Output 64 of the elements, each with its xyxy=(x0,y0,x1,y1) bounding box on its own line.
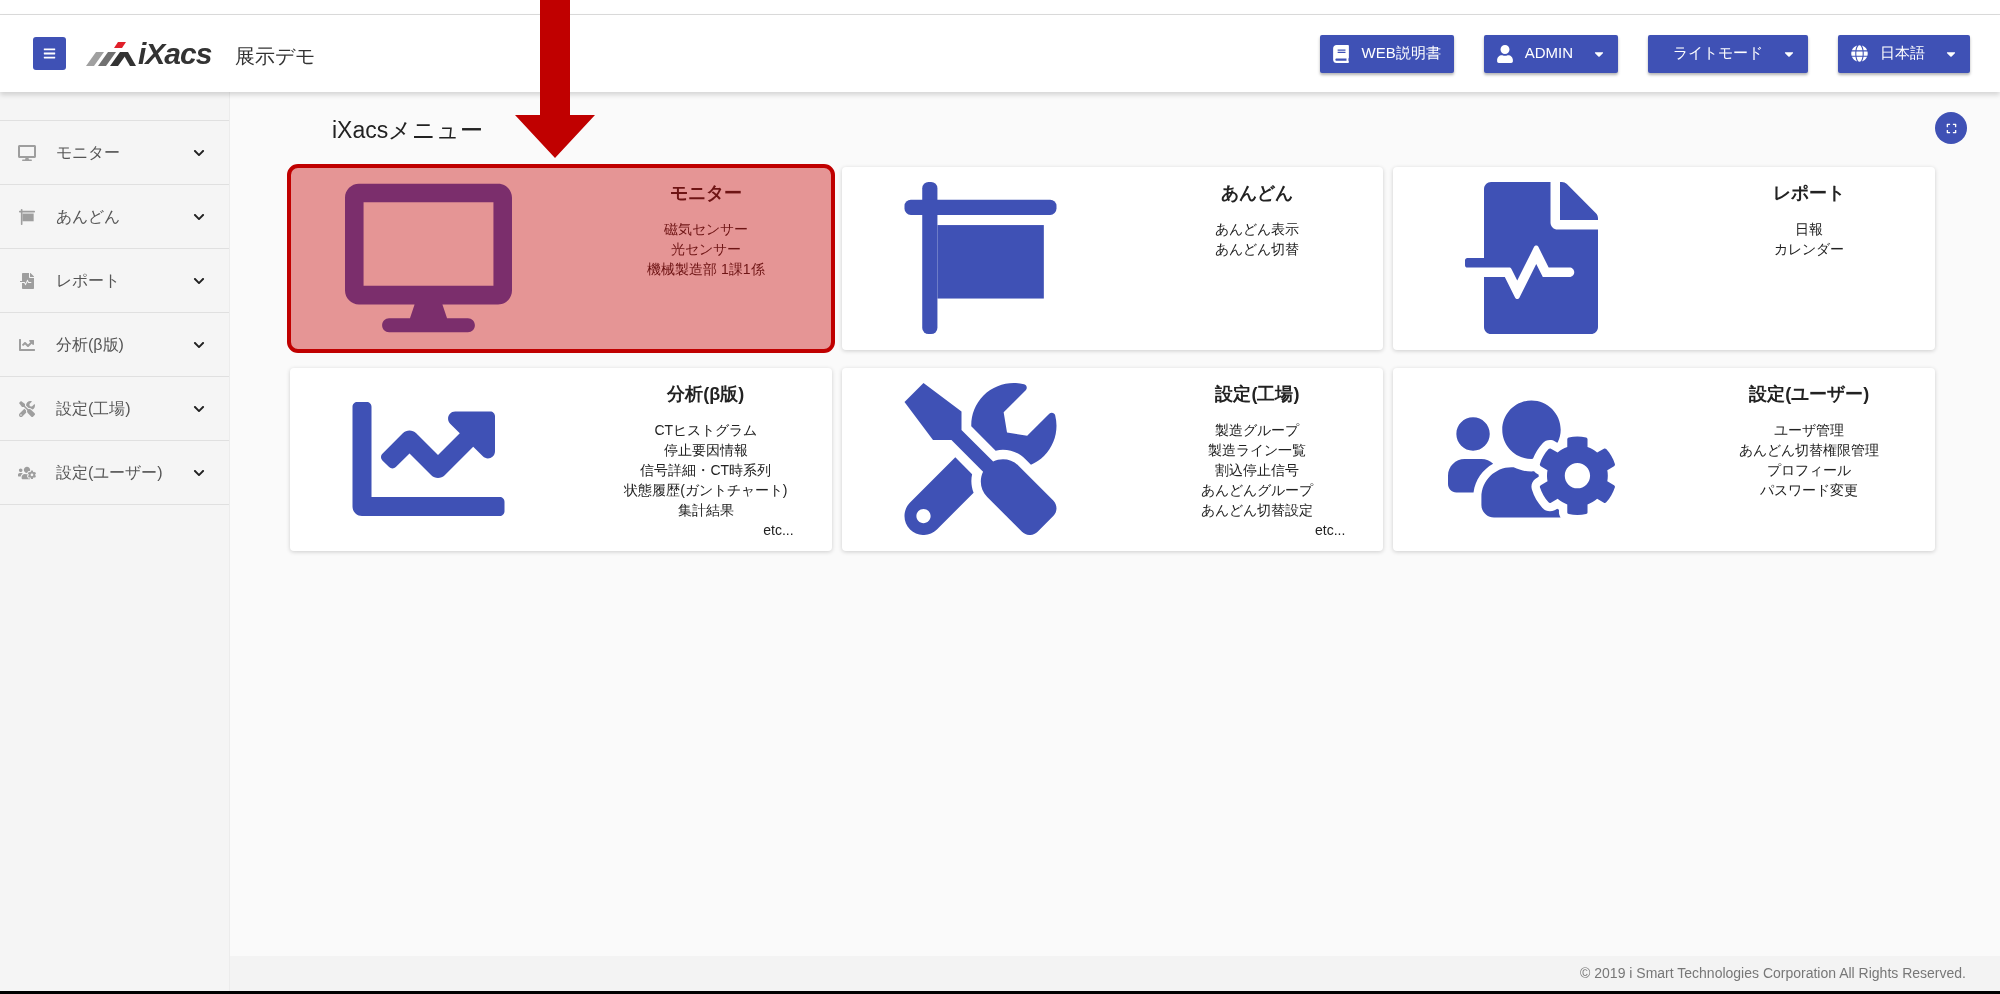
sidebar-item[interactable]: 設定(ユーザー) xyxy=(0,441,229,505)
card-link[interactable]: 磁気センサー xyxy=(663,219,748,239)
card-link[interactable]: 機械製造部 1課1係 xyxy=(647,259,765,279)
card-link[interactable]: ユーザ管理 xyxy=(1774,420,1845,440)
card-title: モニター xyxy=(669,182,742,205)
menu-icon xyxy=(43,47,56,60)
globe-icon xyxy=(1851,45,1868,62)
card-link[interactable]: あんどんグループ xyxy=(1201,480,1314,500)
card-link[interactable]: カレンダー xyxy=(1774,239,1845,259)
header-button[interactable]: WEB説明書 xyxy=(1320,34,1454,73)
monitor-icon xyxy=(345,182,512,334)
users-gear-icon xyxy=(18,464,36,481)
card-link[interactable]: あんどん切替設定 xyxy=(1201,500,1314,520)
document-icon xyxy=(18,272,36,289)
more-text: etc... xyxy=(1314,521,1346,540)
menu-card[interactable]: 分析(β版) CTヒストグラム 停止要因情報 信号詳細・CT時系列 状態履歴(ガントチャート) 集計結果 etc... xyxy=(290,368,832,551)
page-title: iXacsメニュー xyxy=(332,116,484,145)
menu-card[interactable]: レポート 日報 カレンダー xyxy=(1393,167,1935,350)
line-chart-icon xyxy=(18,336,36,353)
flag-icon xyxy=(18,208,36,225)
user-icon xyxy=(1496,44,1513,63)
sidebar-item[interactable]: 設定(工場) xyxy=(0,377,229,441)
card-link[interactable]: あんどん切替 xyxy=(1215,239,1300,259)
sidebar-item[interactable]: あんどん xyxy=(0,185,229,249)
copyright-text: © 2019 i Smart Technologies Corporation All Rights Reserved. xyxy=(1580,964,1966,983)
card-link[interactable]: 製造グループ xyxy=(1215,420,1300,440)
sidebar-item[interactable]: モニター xyxy=(0,121,229,185)
card-link[interactable]: 状態履歴(ガントチャート) xyxy=(624,480,788,500)
menu-card[interactable]: 設定(工場) 製造グループ 製造ライン一覧 割込停止信号 あんどんグループ あんどん切替設定 etc... xyxy=(841,368,1384,551)
brand-name: iXacs xyxy=(138,36,212,72)
header-button[interactable]: 日本語 xyxy=(1838,34,1970,73)
sidebar-item[interactable]: 分析(β版) xyxy=(0,313,229,377)
card-link[interactable]: 製造ライン一覧 xyxy=(1208,440,1307,460)
fullscreen-button[interactable] xyxy=(1935,112,1967,144)
card-link[interactable]: プロフィール xyxy=(1767,460,1852,480)
card-link[interactable]: CTヒストグラム xyxy=(654,420,758,440)
menu-card[interactable]: モニター 磁気センサー 光センサー 機械製造部 1課1係 xyxy=(290,167,832,350)
menu-card[interactable]: 設定(ユーザー) ユーザ管理 あんどん切替権限管理 プロフィール パスワード変更 xyxy=(1393,368,1935,551)
menu-button[interactable] xyxy=(33,37,66,70)
card-link[interactable]: あんどん表示 xyxy=(1215,219,1300,239)
book-icon xyxy=(1333,44,1350,63)
tools-icon xyxy=(18,400,36,417)
card-title: 分析(β版) xyxy=(667,383,745,406)
card-link[interactable]: 停止要因情報 xyxy=(663,440,748,460)
card-link[interactable]: 光センサー xyxy=(670,239,741,259)
card-title: 設定(工場) xyxy=(1215,383,1300,406)
sidebar-item[interactable]: レポート xyxy=(0,249,229,313)
card-link[interactable]: 集計結果 xyxy=(677,500,734,520)
logo-mark-icon xyxy=(86,41,136,66)
fullscreen-icon xyxy=(1945,122,1957,134)
card-title: あんどん xyxy=(1221,182,1294,205)
card-link[interactable]: 信号詳細・CT時系列 xyxy=(640,460,772,480)
site-name: 展示デモ xyxy=(235,43,316,69)
card-link[interactable]: パスワード変更 xyxy=(1760,480,1859,500)
monitor-icon xyxy=(18,144,36,161)
card-link[interactable]: 日報 xyxy=(1795,219,1824,239)
menu-card[interactable]: あんどん あんどん表示 あんどん切替 xyxy=(841,167,1384,350)
more-text: etc... xyxy=(763,521,794,540)
card-link[interactable]: あんどん切替権限管理 xyxy=(1739,440,1880,460)
card-title: 設定(ユーザー) xyxy=(1749,383,1870,406)
card-link[interactable]: 割込停止信号 xyxy=(1215,460,1300,480)
header-button[interactable]: ライトモード xyxy=(1648,34,1808,73)
header-button[interactable]: ADMIN xyxy=(1483,34,1618,73)
card-title: レポート xyxy=(1773,182,1846,205)
